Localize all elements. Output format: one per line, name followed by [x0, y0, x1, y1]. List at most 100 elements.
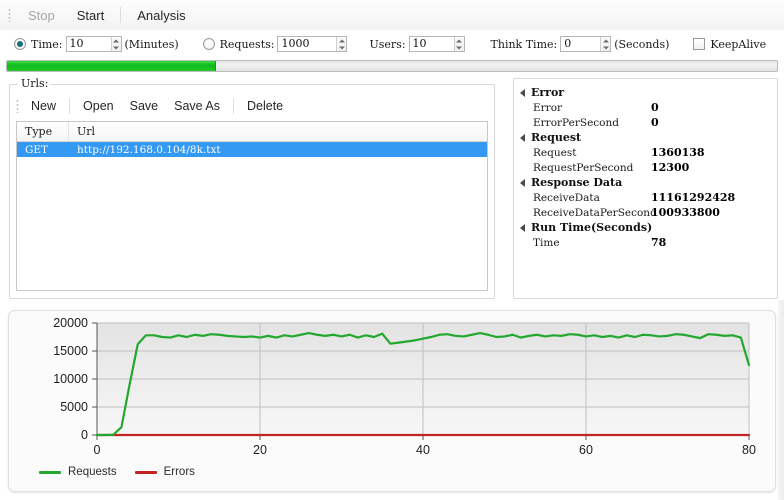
requests-spinner[interactable] [277, 36, 348, 52]
requests-input[interactable] [278, 37, 337, 51]
legend-entry-requests[interactable]: Requests [39, 466, 117, 478]
urls-column-type[interactable]: Type [17, 122, 69, 141]
urls-toolbar-separator-1 [69, 98, 71, 114]
urls-panel-title: Urls: [18, 77, 52, 90]
svg-text:60: 60 [579, 443, 593, 457]
urls-list[interactable]: Type Url GET http://192.168.0.104/8k.txt [16, 121, 488, 291]
stat-value-request-per-second: 12300 [651, 161, 690, 174]
svg-text:0: 0 [81, 428, 88, 442]
stat-value-time: 78 [651, 236, 667, 249]
stat-group-error[interactable]: Error [514, 85, 777, 100]
svg-text:0: 0 [94, 443, 101, 457]
expander-triangle-icon[interactable] [520, 178, 525, 187]
think-time-spinner[interactable] [560, 36, 612, 52]
requests-chart: 0 5000 10000 15000 20000 0 20 40 60 80 [53, 316, 756, 457]
time-radio[interactable] [14, 38, 26, 50]
requests-spin-down-icon[interactable] [337, 44, 346, 51]
url-row-type: GET [25, 143, 49, 156]
stat-value-receive-data-per-second: 100933800 [651, 206, 720, 219]
menu-bar: Stop Start Analysis [0, 0, 784, 31]
time-spinner[interactable] [65, 36, 122, 52]
time-unit-label: (Minutes) [124, 37, 179, 51]
stat-group-response-data[interactable]: Response Data [514, 175, 777, 190]
expander-triangle-icon[interactable] [520, 133, 525, 142]
urls-open-button[interactable]: Open [75, 96, 122, 116]
requests-option-group: Requests: [202, 36, 348, 52]
think-time-label: Think Time: [490, 37, 558, 51]
stat-key-request-per-second: RequestPerSecond [533, 161, 634, 174]
expander-triangle-icon[interactable] [520, 223, 525, 232]
time-spin-buttons[interactable] [110, 37, 121, 51]
think-time-option-group: Think Time: (Seconds) [490, 36, 670, 52]
think-time-spin-down-icon[interactable] [601, 44, 610, 51]
requests-radio[interactable] [202, 38, 215, 50]
think-time-unit-label: (Seconds) [614, 37, 670, 51]
urls-save-as-button[interactable]: Save As [166, 96, 228, 116]
users-spinner[interactable] [408, 36, 465, 52]
table-row[interactable]: GET http://192.168.0.104/8k.txt [17, 142, 487, 157]
svg-text:20000: 20000 [53, 316, 88, 330]
keepalive-checkbox[interactable] [693, 38, 706, 50]
stat-group-request[interactable]: Request [514, 130, 777, 145]
think-time-input[interactable] [561, 37, 601, 51]
time-label: Time: [31, 37, 63, 51]
stat-row-error: Error 0 [514, 100, 777, 115]
stat-group-error-label: Error [531, 86, 565, 99]
stat-value-receive-data: 11161292428 [651, 191, 736, 204]
keepalive-option-group: KeepAlive [693, 38, 769, 51]
svg-text:15000: 15000 [53, 344, 88, 358]
time-spin-up-icon[interactable] [112, 37, 121, 44]
statistics-panel: Error Error 0 ErrorPerSecond 0 Request R… [513, 78, 778, 299]
users-label: Users: [369, 37, 406, 51]
urls-delete-button[interactable]: Delete [239, 96, 291, 116]
urls-column-url[interactable]: Url [69, 122, 487, 141]
stat-key-receive-data: ReceiveData [533, 191, 600, 204]
legend-label-requests: Requests [68, 466, 117, 478]
requests-spin-buttons[interactable] [336, 37, 347, 51]
menu-separator [120, 7, 122, 23]
users-input[interactable] [409, 37, 454, 51]
stat-group-run-time[interactable]: Run Time(Seconds) [514, 220, 777, 235]
time-spin-down-icon[interactable] [112, 44, 121, 51]
stat-group-request-label: Request [531, 131, 582, 144]
keepalive-label: KeepAlive [710, 37, 767, 51]
stat-group-response-data-label: Response Data [531, 176, 623, 189]
legend-entry-errors[interactable]: Errors [134, 466, 195, 478]
toolbar-grip-icon[interactable] [8, 8, 11, 22]
stat-key-receive-data-per-second: ReceiveDataPerSecond [533, 206, 657, 219]
urls-list-header: Type Url [17, 122, 487, 142]
urls-toolbar-grip-icon[interactable] [16, 99, 19, 113]
urls-panel: Urls: New Open Save Save As Delete Type … [9, 77, 495, 299]
urls-new-button[interactable]: New [23, 96, 64, 116]
think-time-spin-buttons[interactable] [600, 37, 611, 51]
stat-row-time: Time 78 [514, 235, 777, 250]
users-spin-up-icon[interactable] [455, 37, 464, 44]
chart-legend: Requests Errors [39, 466, 195, 478]
menu-start[interactable]: Start [67, 4, 114, 27]
time-input[interactable] [66, 37, 111, 51]
stat-row-error-per-second: ErrorPerSecond 0 [514, 115, 777, 130]
performance-tester-window: Stop Start Analysis Time: (Minutes) Requ… [0, 0, 784, 500]
url-row-url: http://192.168.0.104/8k.txt [77, 143, 221, 156]
think-time-spin-up-icon[interactable] [601, 37, 610, 44]
statistics-list: Error Error 0 ErrorPerSecond 0 Request R… [514, 79, 777, 250]
svg-text:80: 80 [742, 443, 756, 457]
run-progress-bar [6, 60, 778, 72]
stat-key-request: Request [533, 146, 577, 159]
stat-value-request: 1360138 [651, 146, 705, 159]
menu-stop[interactable]: Stop [18, 4, 65, 27]
stat-row-request: Request 1360138 [514, 145, 777, 160]
users-spin-buttons[interactable] [453, 37, 464, 51]
svg-text:5000: 5000 [60, 400, 88, 414]
expander-triangle-icon[interactable] [520, 88, 525, 97]
legend-swatch-errors [134, 470, 157, 474]
menu-analysis[interactable]: Analysis [127, 4, 195, 27]
stat-row-receive-data: ReceiveData 11161292428 [514, 190, 777, 205]
users-spin-down-icon[interactable] [455, 44, 464, 51]
stat-group-run-time-label: Run Time(Seconds) [531, 221, 653, 234]
requests-chart-panel: 0 5000 10000 15000 20000 0 20 40 60 80 Requests E… [8, 310, 776, 492]
stat-value-error-per-second: 0 [651, 116, 659, 129]
urls-save-button[interactable]: Save [122, 96, 167, 116]
requests-spin-up-icon[interactable] [337, 37, 346, 44]
urls-toolbar-separator-2 [232, 98, 234, 114]
